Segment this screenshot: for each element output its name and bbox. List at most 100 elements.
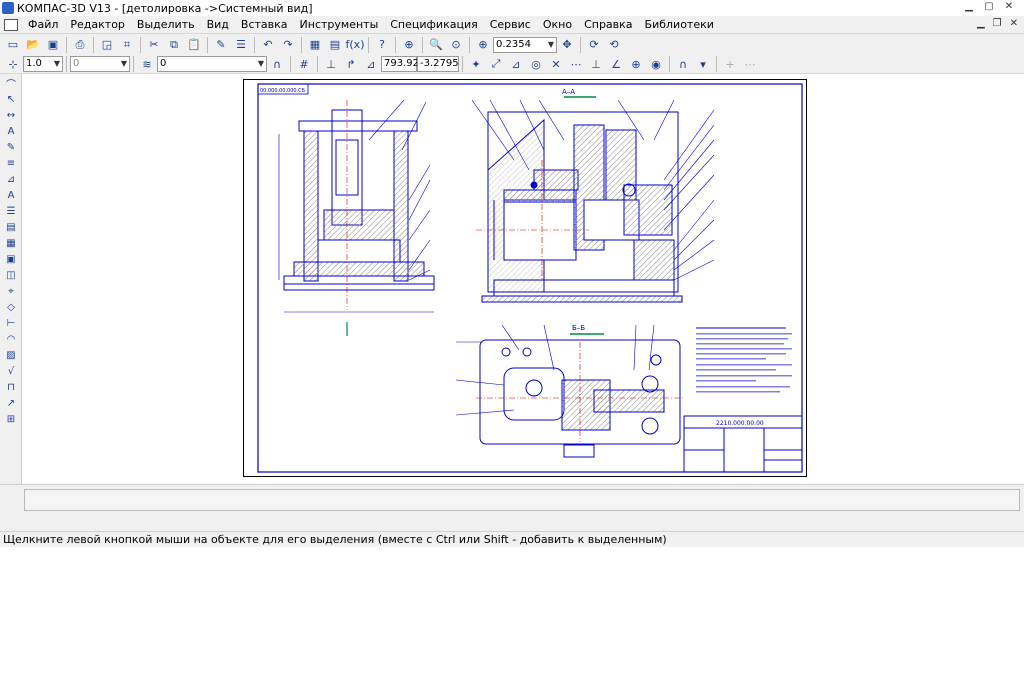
rough-icon[interactable]: √ <box>4 364 18 378</box>
layers-panel-icon[interactable]: ◫ <box>4 268 18 282</box>
scale-field[interactable]: 1.0 ▼ <box>23 56 63 72</box>
undo-icon[interactable]: ↶ <box>260 37 276 53</box>
reports-icon[interactable]: ▤ <box>4 220 18 234</box>
snap-center-icon[interactable]: ◎ <box>528 56 544 72</box>
local-cs-icon[interactable]: ⊹ <box>5 56 21 72</box>
table-icon[interactable]: ⊞ <box>4 412 18 426</box>
section-icon[interactable]: ⊢ <box>4 316 18 330</box>
menu-select[interactable]: Выделить <box>131 16 201 34</box>
menu-specification[interactable]: Спецификация <box>384 16 483 34</box>
edit-icon[interactable]: ✎ <box>4 140 18 154</box>
views-icon[interactable]: ▦ <box>4 236 18 250</box>
snap-quadrant-icon[interactable]: ⊕ <box>628 56 644 72</box>
menu-window[interactable]: Окно <box>537 16 578 34</box>
add-icon[interactable]: + <box>722 56 738 72</box>
zoom-field[interactable]: 0.2354 ▼ <box>493 36 557 53</box>
snap-nearest-icon[interactable]: ◉ <box>648 56 664 72</box>
menu-tools[interactable]: Инструменты <box>294 16 385 34</box>
snap-tangent-icon[interactable]: ⋯ <box>568 56 584 72</box>
cursor-icon[interactable]: ⊿ <box>363 56 379 72</box>
doc-restore-icon[interactable]: ❐ <box>993 18 1002 29</box>
paste-icon[interactable]: 📋 <box>186 37 202 53</box>
maximize-icon[interactable]: ▢ <box>982 1 996 13</box>
insert-icon[interactable]: ▣ <box>4 252 18 266</box>
chevron-down-icon[interactable]: ▼ <box>258 57 264 71</box>
menu-libraries[interactable]: Библиотеки <box>639 16 720 34</box>
symbols-icon[interactable]: A <box>4 124 18 138</box>
layers-icon[interactable]: ≋ <box>139 56 155 72</box>
pan-icon[interactable]: ✥ <box>559 37 575 53</box>
chevron-down-icon[interactable]: ▼ <box>121 57 127 71</box>
menu-insert[interactable]: Вставка <box>235 16 294 34</box>
redraw-icon[interactable]: ⟲ <box>606 37 622 53</box>
drawing-sheet[interactable]: 00.000.00.000.СБ А–А Б–Б 2210.000.00.00 <box>243 79 807 477</box>
redo-icon[interactable]: ↷ <box>280 37 296 53</box>
snap-magnet-icon[interactable]: ∩ <box>675 56 691 72</box>
magnet-icon[interactable]: ∩ <box>269 56 285 72</box>
copy-icon[interactable]: ⧉ <box>166 37 182 53</box>
menu-view[interactable]: Вид <box>201 16 235 34</box>
style-field[interactable]: 0 ▼ <box>157 56 267 72</box>
print-icon[interactable]: ⎙ <box>72 37 88 53</box>
arc-icon[interactable]: ◠ <box>4 332 18 346</box>
menu-file[interactable]: Файл <box>22 16 64 34</box>
chevron-down-icon[interactable]: ▼ <box>54 57 60 71</box>
leader-icon[interactable]: ↗ <box>4 396 18 410</box>
base-icon[interactable]: ⊓ <box>4 380 18 394</box>
snap-end-icon[interactable]: ⤢ <box>488 56 504 72</box>
select-dropdown-icon[interactable]: ⌗ <box>119 37 135 53</box>
save-icon[interactable]: ▣ <box>45 37 61 53</box>
format-brush-icon[interactable]: ✎ <box>213 37 229 53</box>
snap-point-icon[interactable]: ✦ <box>468 56 484 72</box>
library-icon[interactable]: ▤ <box>327 37 343 53</box>
zoom-scale-icon[interactable]: ⊙ <box>448 37 464 53</box>
property-panel-area[interactable] <box>24 489 1020 511</box>
new-document-icon[interactable]: ▭ <box>5 37 21 53</box>
section-label-bb: Б–Б <box>572 324 585 332</box>
doc-minimize-icon[interactable]: ▁ <box>977 18 985 29</box>
snap-normal-icon[interactable]: ⊥ <box>588 56 604 72</box>
grid-icon[interactable]: # <box>296 56 312 72</box>
select-icon[interactable]: ↖ <box>4 92 18 106</box>
zoom-window-icon[interactable]: 🔍 <box>428 37 444 53</box>
spec-icon[interactable]: ☰ <box>4 204 18 218</box>
properties-icon[interactable]: ☰ <box>233 37 249 53</box>
chevron-down-icon[interactable]: ▾ <box>695 56 711 72</box>
zoom-in-icon[interactable]: ⊕ <box>475 37 491 53</box>
hatch-icon[interactable]: ▨ <box>4 348 18 362</box>
manager-icon[interactable]: ▦ <box>307 37 323 53</box>
document-icon[interactable] <box>4 18 18 31</box>
geometry-icon[interactable]: ⌒ <box>4 76 18 91</box>
parametrization-icon[interactable]: ≡ <box>4 156 18 170</box>
fragment-icon[interactable]: ◇ <box>4 300 18 314</box>
open-folder-icon[interactable]: 📂 <box>25 37 41 53</box>
chevron-down-icon[interactable]: ▼ <box>548 38 554 52</box>
y-coord-field[interactable]: -3.2795 <box>417 56 459 72</box>
menu-editor[interactable]: Редактор <box>64 16 131 34</box>
snap-intersect-icon[interactable]: ✕ <box>548 56 564 72</box>
separator <box>301 36 302 53</box>
menu-help[interactable]: Справка <box>578 16 638 34</box>
drawing-workspace[interactable]: 00.000.00.000.СБ А–А Б–Б 2210.000.00.00 <box>22 74 1024 484</box>
text-icon[interactable]: A <box>4 188 18 202</box>
layer-field[interactable]: 0 ▼ <box>70 56 130 72</box>
snap-mid-icon[interactable]: ⊿ <box>508 56 524 72</box>
help-pointer-icon[interactable]: ? <box>374 37 390 53</box>
construction-icon[interactable]: ⌖ <box>4 284 18 298</box>
zoom-fit-icon[interactable]: ⊕ <box>401 37 417 53</box>
x-coord-field[interactable]: 793.928 <box>381 56 425 72</box>
measure-icon[interactable]: ⊿ <box>4 172 18 186</box>
refresh-view-icon[interactable]: ⟳ <box>586 37 602 53</box>
menu-service[interactable]: Сервис <box>484 16 537 34</box>
variables-fx-icon[interactable]: f(x) <box>346 37 365 53</box>
doc-close-icon[interactable]: ✕ <box>1010 18 1018 29</box>
ortho-icon[interactable]: ⊥ <box>323 56 339 72</box>
cut-icon[interactable]: ✂ <box>146 37 162 53</box>
dimensions-icon[interactable]: ↔ <box>4 108 18 122</box>
snap-angle-icon[interactable]: ∠ <box>608 56 624 72</box>
round-icon[interactable]: ↱ <box>343 56 359 72</box>
options-icon[interactable]: ⋯ <box>742 56 758 72</box>
close-icon[interactable]: ✕ <box>1002 1 1016 13</box>
preview-icon[interactable]: ◲ <box>99 37 115 53</box>
minimize-icon[interactable]: ▁ <box>962 1 976 13</box>
